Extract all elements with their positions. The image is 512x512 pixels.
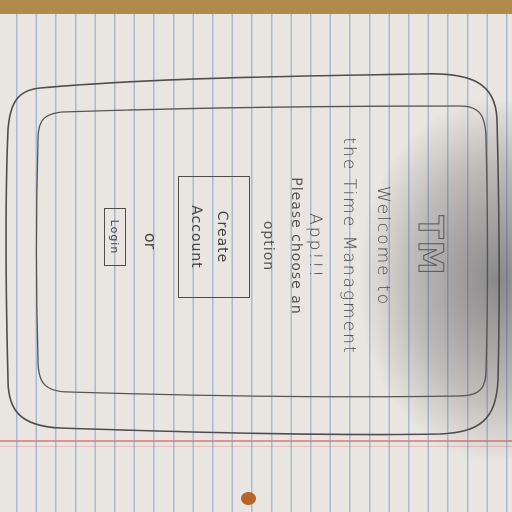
binder-hole	[241, 492, 256, 505]
welcome-line-2: the Time Managment	[339, 137, 359, 355]
app-welcome-screen: TM Welcome to the Time Managment App!!! …	[70, 96, 451, 396]
login-button[interactable]: Login	[104, 208, 126, 266]
choose-option-prompt: Please choose an option	[254, 126, 310, 366]
or-separator: or	[141, 232, 160, 250]
create-account-label-1: Create	[214, 210, 231, 264]
table-edge	[0, 0, 512, 14]
prompt-line-1: Please choose an	[288, 177, 304, 315]
create-account-label-2: Account	[188, 205, 205, 269]
app-logo: TM	[410, 215, 451, 277]
create-account-button[interactable]: Create Account	[178, 176, 250, 298]
prompt-line-2: option	[260, 220, 276, 272]
welcome-heading: Welcome to the Time Managment App!!!	[298, 126, 400, 366]
welcome-line-1: Welcome to	[373, 185, 393, 307]
